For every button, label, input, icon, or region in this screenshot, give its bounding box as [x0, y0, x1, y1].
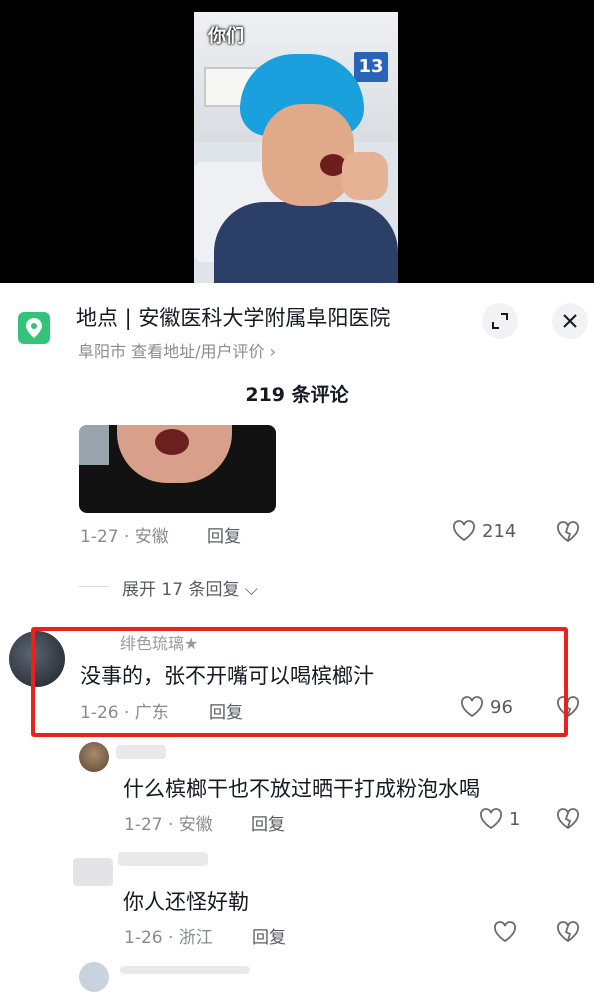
video-frame: 13 你们 — [194, 12, 398, 283]
comment-text: 你人还怪好勒 — [123, 890, 249, 914]
avatar[interactable] — [73, 858, 113, 886]
comment-author[interactable] — [116, 745, 166, 759]
comment-image[interactable] — [79, 425, 276, 513]
like-count: 1 — [509, 808, 521, 830]
minimize-button[interactable] — [482, 303, 518, 339]
close-icon — [563, 314, 577, 328]
comment-date-region: 1-27 · 安徽 — [124, 815, 213, 835]
like-count: 214 — [482, 520, 517, 542]
video-player[interactable]: 13 你们 — [0, 0, 594, 283]
location-subtitle[interactable]: 阜阳市 查看地址/用户评价 › — [78, 338, 276, 362]
close-button[interactable] — [552, 303, 588, 339]
location-title[interactable]: 地点 | 安徽医科大学附属阜阳医院 — [76, 302, 390, 332]
comment-count: 219 条评论 — [245, 384, 349, 406]
expand-replies-button[interactable]: 展开 17 条回复 ⌵ — [122, 575, 258, 600]
avatar[interactable] — [79, 962, 109, 992]
comment-author[interactable] — [120, 966, 250, 974]
heart-icon — [494, 921, 516, 943]
room-number-sign: 13 — [354, 52, 388, 82]
comment-text: 什么槟榔干也不放过晒干打成粉泡水喝 — [123, 777, 480, 801]
like-button[interactable] — [493, 921, 523, 943]
highlight-box — [31, 627, 568, 737]
reply-button[interactable]: 回复 — [207, 522, 241, 547]
reply-button[interactable]: 回复 — [252, 923, 286, 948]
reply-button[interactable]: 回复 — [251, 810, 285, 835]
like-button[interactable]: 214 — [452, 520, 516, 542]
location-pin-icon[interactable] — [18, 312, 50, 344]
video-caption: 你们 — [208, 26, 244, 47]
comment-date-region: 1-27 · 安徽 — [80, 527, 169, 547]
dislike-heart-icon[interactable] — [556, 521, 580, 543]
heart-icon — [480, 808, 502, 830]
comment-author[interactable] — [118, 852, 208, 866]
dislike-heart-icon[interactable] — [556, 808, 580, 830]
comment-date-region: 1-26 · 浙江 — [124, 928, 213, 948]
avatar[interactable] — [79, 742, 109, 772]
like-button[interactable]: 1 — [479, 808, 520, 830]
divider — [79, 586, 109, 587]
dislike-heart-icon[interactable] — [556, 921, 580, 943]
heart-icon — [453, 520, 475, 542]
minimize-icon — [492, 313, 508, 329]
